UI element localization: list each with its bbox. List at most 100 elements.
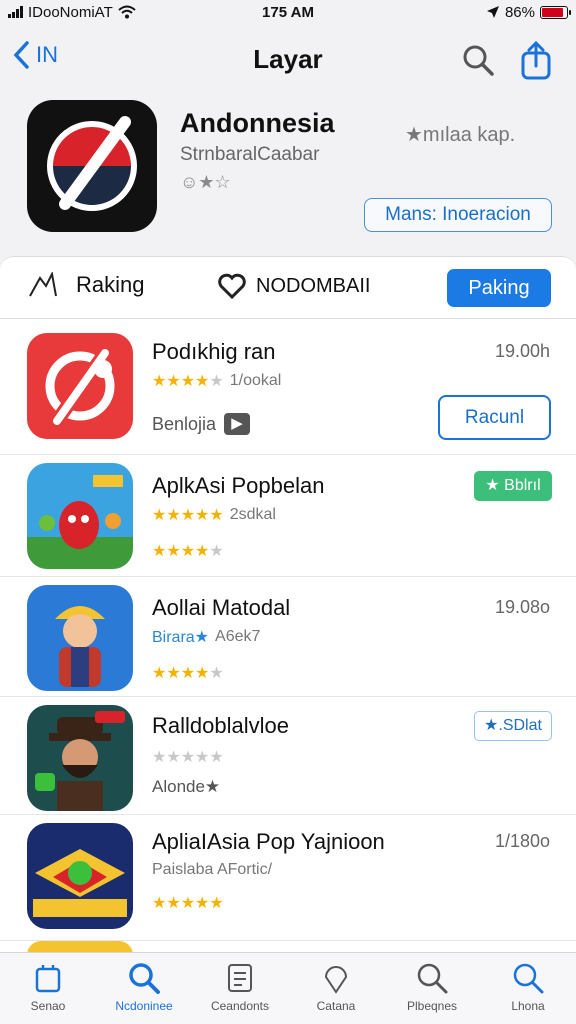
rating-stars: ★★★★★ [152,663,224,683]
app-rating: ★★★★★ 1/ookal [152,371,281,391]
chevron-right-icon[interactable]: ▶ [224,413,251,435]
app-title: AplkAsi Popbelan [152,473,325,498]
app-logo-graphic [47,116,137,211]
rating-count: 1/ookal [229,372,282,389]
star-icon: ★ [152,373,167,390]
star-icon: ★ [180,507,196,524]
tab-label: Senao [30,999,66,1013]
star-icon: ★ [152,895,167,912]
star-icon: ★ [180,749,196,766]
star-icon: ★ [195,373,210,390]
app-icon [27,705,133,811]
nav-bar: IN Layar [0,34,576,88]
star-icon: ★ [166,543,181,560]
star-icon: ★ [195,665,210,682]
star-icon: ★ [152,749,167,766]
battery-icon [540,5,571,19]
app-icon-graphic [33,849,127,917]
tab-home[interactable]: Senao [0,953,96,1024]
star-icon: ★ [180,665,196,682]
developer-label: Birara★ [152,629,210,646]
app-rating: ★★★★★ [152,893,224,913]
rating-count: A6ek7 [215,628,261,645]
tab-label: Catana [316,999,356,1013]
tab-label: Ncdoninee [115,999,173,1013]
signal-icon [8,6,23,18]
tab-more[interactable]: Lhona [480,953,576,1024]
rating-stars: ★★★★★ [152,893,224,913]
rating-stars: ★★★★★ [152,371,224,391]
star-icon: ★ [180,373,196,390]
location-icon [486,6,499,18]
app-title: Aollai Matodal [152,595,291,620]
star-icon: ★ [209,373,224,390]
app-note: ★mılaa kap. [405,124,516,146]
back-label: IN [36,42,58,67]
tab-active-ranking[interactable]: Paking [447,269,551,307]
status-bar: IDooNomiAT 175 AM 86% [0,0,576,24]
segment-bar: Raking NODOMBAII Paking [0,257,576,319]
battery-percent: 86% [504,3,535,21]
app-icon [27,333,133,439]
category-tag: Alonde★ [152,777,220,797]
star-icon: ★ [195,895,210,912]
star-icon: ★ [152,665,167,682]
back-button[interactable]: IN [12,40,58,70]
app-time: 1/180o [494,831,550,851]
search-icon [417,963,448,994]
category-label: Benlojia [152,413,217,434]
tab-bar: Senao Ncdoninee Ceandonts Catana Plbeqne… [0,952,576,1024]
tab-ranking[interactable]: Raking [28,272,144,298]
app-rating: ★★★★★ 2sdkal [152,505,276,525]
tab-label: Ceandonts [210,999,270,1013]
star-icon: ★ [180,895,196,912]
open-button[interactable]: ★.SDlat [474,711,552,741]
search-icon[interactable] [460,42,496,78]
star-icon: ★ [152,507,167,524]
get-button[interactable]: Racunl [438,395,551,440]
tab-label: Plbeqnes [406,999,458,1013]
star-icon: ★ [195,749,210,766]
tab-places[interactable]: Catana [288,953,384,1024]
tab-requests[interactable]: Plbeqnes [384,953,480,1024]
star-icon: ★ [209,543,224,560]
tab-search[interactable]: Ncdoninee [96,953,192,1024]
developer-label: Paislaba AFortic/ [152,861,273,878]
chart-icon [29,272,57,297]
category-label: Alonde★ [152,777,221,796]
star-icon: ★ [166,373,181,390]
list-item[interactable]: Ralldoblalvloe ★★★★★ Alonde★ ★.SDlat [0,697,576,815]
star-icon: ★ [166,507,181,524]
app-icon [27,585,133,691]
list-icon [228,964,252,992]
app-list-card: Raking NODOMBAII Paking Podıkhig ran ★★★… [0,256,576,957]
app-title: Podıkhig ran [152,339,276,364]
app-rating: ★★★★★ [152,663,224,683]
heart-icon [218,273,246,299]
list-item[interactable]: Podıkhig ran ★★★★★ 1/ookal Benlojia ▶ 19… [0,319,576,455]
more-info-button[interactable]: Mans: Inoeracion [364,198,552,232]
app-subline: Birara★ A6ek7 [152,627,260,647]
tab-lists[interactable]: Ceandonts [192,953,288,1024]
list-item[interactable]: AplkAsi Popbelan ★★★★★ 2sdkal ★★★★★ ★ Bb… [0,455,576,577]
star-icon: ★ [195,507,210,524]
tab-favorites[interactable]: NODOMBAII [218,273,370,299]
list-item[interactable]: ApliaIAsia Pop Yajnioon Paislaba AFortic… [0,815,576,941]
star-icon: ★ [209,665,224,682]
app-title: Ralldoblalvloe [152,713,289,738]
rating-stars: ★★★★★ [152,747,224,767]
app-title: ApliaIAsia Pop Yajnioon [152,829,385,854]
home-icon [35,965,61,993]
app-logo[interactable] [27,100,157,232]
share-icon[interactable] [518,40,554,80]
category-tag: Benlojia ▶ [152,413,251,435]
list-item[interactable]: Aollai Matodal Birara★ A6ek7 ★★★★★ 19.08… [0,577,576,697]
star-icon: ★ [195,543,210,560]
wifi-icon [118,5,136,19]
pin-icon [324,966,348,994]
install-button[interactable]: ★ Bblrıl [474,471,552,501]
star-icon: ★ [209,895,224,912]
star-icon: ★ [209,749,224,766]
app-icon-graphic [55,606,105,687]
app-icon-graphic [39,475,123,549]
